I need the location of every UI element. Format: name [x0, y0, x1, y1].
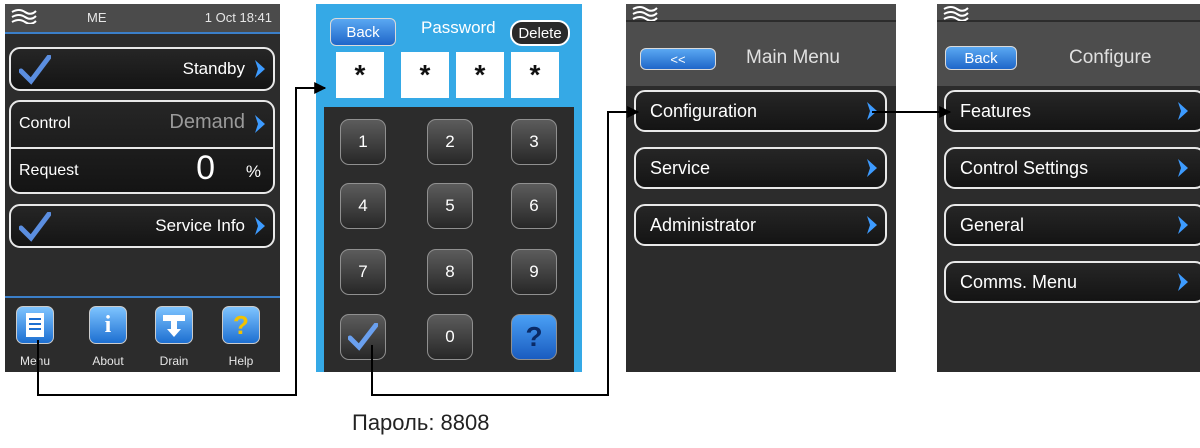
back-button[interactable]: Back	[330, 18, 396, 46]
chevron-right-icon	[1178, 102, 1188, 120]
help-icon[interactable]: ?	[222, 306, 260, 344]
control-value[interactable]: Demand	[169, 111, 245, 134]
home-screen: ME 1 Oct 18:41 Standby Control Demand Re…	[5, 4, 280, 372]
menu-item-label: Features	[960, 100, 1032, 121]
password-char: *	[401, 52, 449, 98]
check-icon	[19, 212, 51, 242]
chevron-right-icon	[255, 60, 265, 78]
menu-item-administrator[interactable]: Administrator	[634, 204, 887, 246]
request-unit: %	[245, 162, 261, 181]
key-5[interactable]: 5	[427, 183, 473, 229]
key-0[interactable]: 0	[427, 314, 473, 360]
control-label: Control	[19, 115, 71, 132]
password-screen: Back Password Delete * * * * 1 2 3 4 5 6…	[316, 4, 582, 372]
confirm-key[interactable]	[340, 314, 386, 360]
configure-title: Configure	[1069, 47, 1152, 68]
dock-drain-label: Drain	[159, 354, 189, 368]
configure-header	[937, 4, 1200, 21]
request-label: Request	[19, 162, 79, 179]
service-info-label: Service Info	[155, 216, 245, 235]
menu-item-configuration[interactable]: Configuration	[634, 90, 887, 132]
request-value: 0	[196, 149, 215, 187]
control-request-panel: Control Demand Request 0 %	[9, 100, 275, 194]
configure-screen: Back Configure Features Control Settings…	[937, 4, 1200, 372]
header-user: ME	[87, 10, 107, 25]
menu-icon[interactable]	[16, 306, 54, 344]
key-4[interactable]: 4	[340, 183, 386, 229]
chevron-right-icon	[1178, 159, 1188, 177]
panel-divider	[11, 147, 273, 149]
key-9[interactable]: 9	[511, 249, 557, 295]
password-title: Password	[421, 18, 496, 37]
menu-item-label: Administrator	[650, 214, 757, 235]
key-8[interactable]: 8	[427, 249, 473, 295]
menu-item-control-settings[interactable]: Control Settings	[944, 147, 1200, 189]
chevron-right-icon	[867, 159, 877, 177]
chevron-right-icon	[255, 217, 265, 235]
brand-logo-icon	[11, 9, 37, 24]
password-char: *	[336, 52, 384, 98]
key-3[interactable]: 3	[511, 119, 557, 165]
key-7[interactable]: 7	[340, 249, 386, 295]
brand-logo-icon	[943, 6, 969, 21]
menu-item-service[interactable]: Service	[634, 147, 887, 189]
chevron-right-icon	[1178, 216, 1188, 234]
key-2[interactable]: 2	[427, 119, 473, 165]
main-menu-header	[626, 4, 896, 21]
menu-item-comms-menu[interactable]: Comms. Menu	[944, 261, 1200, 303]
chevron-right-icon	[867, 216, 877, 234]
standby-button[interactable]: Standby	[9, 47, 275, 91]
main-menu-title: Main Menu	[746, 47, 840, 68]
dock-about-label: About	[92, 354, 124, 368]
dock-help-label: Help	[228, 354, 254, 368]
back-button[interactable]: <<	[640, 48, 716, 70]
menu-item-label: Comms. Menu	[960, 271, 1078, 292]
key-1[interactable]: 1	[340, 119, 386, 165]
brand-logo-icon	[632, 6, 658, 21]
menu-item-label: Service	[650, 157, 711, 178]
dock-divider	[5, 296, 280, 298]
menu-item-features[interactable]: Features	[944, 90, 1200, 132]
delete-button[interactable]: Delete	[510, 20, 570, 46]
standby-label: Standby	[182, 59, 245, 78]
password-char: *	[511, 52, 559, 98]
help-key[interactable]: ?	[511, 314, 557, 360]
keypad-panel: 1 2 3 4 5 6 7 8 9 0 ?	[324, 107, 574, 372]
password-caption: Пароль: 8808	[352, 410, 490, 435]
service-info-button[interactable]: Service Info	[9, 204, 275, 248]
check-icon	[19, 55, 51, 85]
drain-icon[interactable]	[155, 306, 193, 344]
menu-item-label: General	[960, 214, 1025, 235]
dock-menu-label: Menu	[19, 354, 51, 368]
password-char: *	[456, 52, 504, 98]
header-time: 1 Oct 18:41	[204, 10, 272, 25]
chevron-right-icon	[867, 102, 877, 120]
menu-item-general[interactable]: General	[944, 204, 1200, 246]
back-button[interactable]: Back	[945, 46, 1017, 70]
chevron-right-icon	[1178, 273, 1188, 291]
check-icon	[348, 323, 378, 351]
key-6[interactable]: 6	[511, 183, 557, 229]
chevron-right-icon	[255, 115, 265, 133]
info-icon[interactable]: i	[89, 306, 127, 344]
menu-item-label: Control Settings	[960, 157, 1089, 178]
main-menu-screen: << Main Menu Configuration Service Admin…	[626, 4, 896, 372]
home-header: ME 1 Oct 18:41	[5, 4, 280, 34]
menu-item-label: Configuration	[650, 100, 758, 121]
